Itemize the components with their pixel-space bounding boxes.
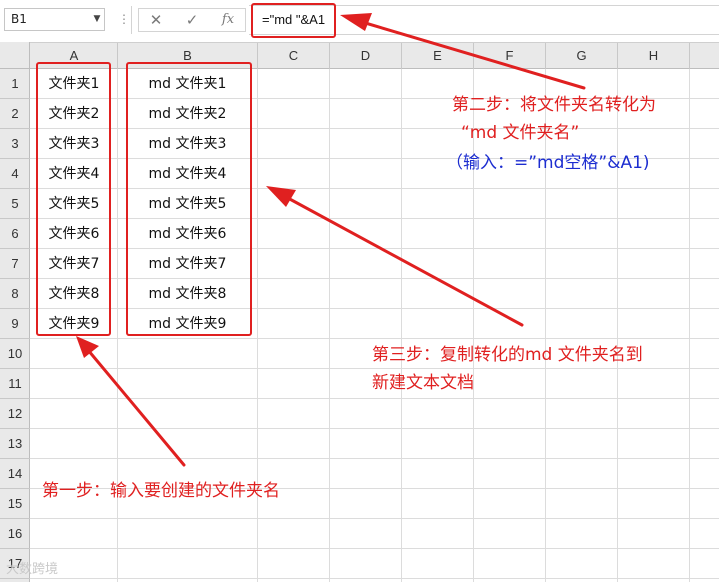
- step2-hint: （输入：=”md空格”&A1): [446, 153, 650, 173]
- row-header[interactable]: 9: [0, 309, 30, 339]
- column-header-f[interactable]: F: [474, 43, 546, 69]
- row-header[interactable]: 15: [0, 489, 30, 519]
- cancel-icon[interactable]: ✕: [140, 8, 172, 32]
- row-header[interactable]: 8: [0, 279, 30, 309]
- step2-title: 第二步：将文件夹名转化为: [452, 95, 656, 115]
- row-header[interactable]: 7: [0, 249, 30, 279]
- row-header[interactable]: 12: [0, 399, 30, 429]
- column-header-h[interactable]: H: [618, 43, 690, 69]
- select-all-corner[interactable]: [0, 42, 30, 69]
- gridline: [401, 69, 402, 582]
- gridline: [30, 458, 719, 459]
- gridline: [30, 398, 719, 399]
- gridline: [30, 428, 719, 429]
- row-header[interactable]: 14: [0, 459, 30, 489]
- column-header-d[interactable]: D: [330, 43, 402, 69]
- gridline: [257, 69, 258, 582]
- step3-subtitle: 新建文本文档: [372, 373, 474, 393]
- highlight-box-column-a: [36, 62, 111, 336]
- row-header[interactable]: 1: [0, 69, 30, 99]
- row-header[interactable]: 3: [0, 129, 30, 159]
- gridline: [617, 69, 618, 582]
- row-header[interactable]: 2: [0, 99, 30, 129]
- highlight-box-formula: [251, 3, 336, 38]
- row-header[interactable]: 10: [0, 339, 30, 369]
- confirm-icon[interactable]: ✓: [176, 8, 208, 32]
- gridline: [30, 518, 719, 519]
- watermark: 大数跨境: [6, 562, 59, 577]
- gridline: [30, 548, 719, 549]
- step1-title: 第一步：输入要创建的文件夹名: [42, 481, 280, 501]
- formula-bar-divider: [131, 6, 132, 34]
- gridline: [30, 578, 719, 579]
- step2-subtitle: “md 文件夹名”: [461, 123, 580, 143]
- insert-function-icon[interactable]: fx: [212, 8, 244, 32]
- row-header[interactable]: 11: [0, 369, 30, 399]
- gridline: [329, 69, 330, 582]
- row-header[interactable]: 5: [0, 189, 30, 219]
- row-header[interactable]: 4: [0, 159, 30, 189]
- gridline: [30, 368, 719, 369]
- gridline: [689, 69, 690, 582]
- row-header[interactable]: 16: [0, 519, 30, 549]
- column-header-g[interactable]: G: [546, 43, 618, 69]
- arrow-to-column-b: [284, 195, 524, 327]
- chevron-down-icon[interactable]: ▼: [90, 9, 104, 30]
- step3-title: 第三步：复制转化的md 文件夹名到: [372, 345, 643, 365]
- row-header[interactable]: 13: [0, 429, 30, 459]
- row-header[interactable]: 6: [0, 219, 30, 249]
- column-header-c[interactable]: C: [258, 43, 330, 69]
- more-dots-icon: ⋮: [118, 12, 130, 26]
- highlight-box-column-b: [126, 62, 252, 336]
- column-header-e[interactable]: E: [402, 43, 474, 69]
